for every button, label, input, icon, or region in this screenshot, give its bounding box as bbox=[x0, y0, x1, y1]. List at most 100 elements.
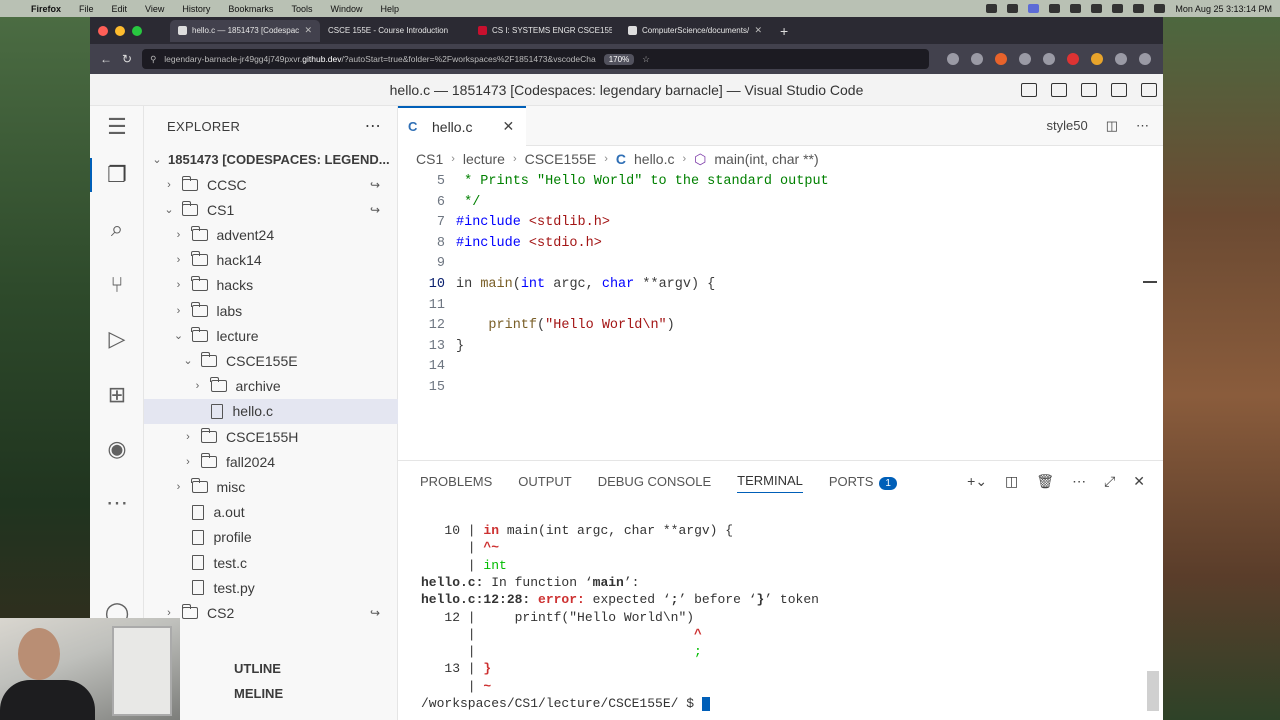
toggle-panel-icon[interactable] bbox=[1111, 82, 1127, 97]
tree-file[interactable]: hello.c bbox=[144, 398, 398, 424]
more-actions-icon[interactable]: ⋯ bbox=[365, 116, 381, 136]
search-icon[interactable] bbox=[1133, 4, 1145, 13]
tab-ports[interactable]: PORTS 1 bbox=[829, 474, 897, 490]
browser-tab[interactable]: ComputerScience/documents/s ✕ bbox=[620, 20, 770, 42]
extension-icon[interactable] bbox=[1091, 53, 1103, 65]
outline-section[interactable]: UTLINE bbox=[234, 661, 281, 676]
wifi-icon[interactable] bbox=[1112, 4, 1124, 13]
tree-folder[interactable]: › hack14 bbox=[144, 248, 398, 273]
zoom-window-icon[interactable] bbox=[132, 25, 142, 36]
code-line[interactable]: #include <stdio.h> bbox=[456, 236, 602, 251]
tree-folder[interactable]: › advent24 bbox=[144, 222, 398, 247]
menu-file[interactable]: File bbox=[70, 4, 103, 14]
status-icon[interactable] bbox=[1007, 4, 1019, 13]
tree-folder[interactable]: › CSCE155H bbox=[144, 424, 398, 449]
tab-problems[interactable]: PROBLEMS bbox=[420, 474, 492, 489]
close-tab-icon[interactable]: ✕ bbox=[304, 25, 312, 36]
tree-file[interactable]: profile bbox=[144, 525, 398, 550]
extension-icon[interactable] bbox=[971, 53, 983, 65]
code-line[interactable]: in main(int argc, char **argv) { bbox=[456, 277, 715, 292]
tree-file[interactable]: a.out bbox=[144, 500, 398, 525]
github-icon[interactable]: ◉ bbox=[102, 434, 132, 464]
tree-folder[interactable]: ⌄ CS1 ↪ bbox=[144, 197, 398, 222]
toggle-sidebar-icon[interactable] bbox=[1051, 82, 1067, 97]
extensions-icon[interactable] bbox=[1115, 53, 1127, 65]
menu-app-name[interactable]: Firefox bbox=[22, 4, 70, 14]
code-line[interactable]: printf("Hello World\n") bbox=[456, 318, 674, 333]
breadcrumb-item[interactable]: main(int, char **) bbox=[714, 151, 818, 167]
maximize-panel-icon[interactable]: ⤢ bbox=[1104, 473, 1115, 490]
tree-folder[interactable]: ⌄ lecture bbox=[144, 323, 398, 348]
menu-view[interactable]: View bbox=[136, 4, 173, 14]
tab-output[interactable]: OUTPUT bbox=[518, 474, 571, 489]
new-terminal-icon[interactable]: +⌄ bbox=[967, 473, 987, 490]
code-line[interactable]: } bbox=[456, 339, 464, 354]
extension-icon[interactable] bbox=[995, 53, 1007, 65]
vpn-icon[interactable] bbox=[1070, 4, 1082, 13]
tree-folder[interactable]: ⌄ CSCE155E bbox=[144, 348, 398, 373]
code-line[interactable]: */ bbox=[456, 195, 480, 210]
close-panel-icon[interactable]: ✕ bbox=[1133, 473, 1145, 490]
extension-icon[interactable] bbox=[1019, 53, 1031, 65]
extension-icon[interactable] bbox=[1043, 53, 1055, 65]
tree-folder[interactable]: › misc bbox=[144, 474, 398, 499]
extension-icon[interactable] bbox=[1067, 53, 1079, 65]
run-debug-icon[interactable]: ▷ bbox=[102, 324, 132, 354]
tree-folder[interactable]: › archive bbox=[144, 374, 398, 399]
terminal-scrollbar[interactable] bbox=[1147, 671, 1159, 711]
workspace-root[interactable]: ⌄ 1851473 [CODESPACES: LEGEND... bbox=[144, 147, 398, 172]
copilot-icon[interactable] bbox=[1021, 82, 1037, 97]
tree-file[interactable]: test.c bbox=[144, 550, 398, 575]
status-icon[interactable] bbox=[986, 4, 998, 13]
close-window-icon[interactable] bbox=[98, 25, 108, 36]
timeline-section[interactable]: MELINE bbox=[234, 686, 283, 701]
status-icon[interactable] bbox=[1091, 4, 1103, 13]
search-icon[interactable]: ⌕ bbox=[102, 214, 132, 244]
tab-terminal[interactable]: TERMINAL bbox=[737, 469, 803, 493]
more-icon[interactable]: ⋯ bbox=[102, 488, 132, 518]
menu-icon[interactable]: ☰ bbox=[102, 112, 132, 142]
menu-tools[interactable]: Tools bbox=[282, 4, 321, 14]
menubar-clock[interactable]: Mon Aug 25 3:13:14 PM bbox=[1175, 4, 1272, 14]
menu-icon[interactable] bbox=[1139, 53, 1151, 65]
breadcrumb-item[interactable]: CS1 bbox=[416, 151, 443, 167]
close-tab-icon[interactable]: ✕ bbox=[754, 25, 762, 36]
browser-tab[interactable]: CSCE 155E - Course Introduction bbox=[320, 20, 470, 42]
trash-icon[interactable]: 🗑 bbox=[1036, 473, 1054, 490]
menu-window[interactable]: Window bbox=[321, 4, 371, 14]
close-icon[interactable]: ✕ bbox=[502, 118, 514, 135]
split-terminal-icon[interactable]: ◫ bbox=[1005, 473, 1018, 490]
toggle-primary-sidebar-icon[interactable] bbox=[1081, 82, 1097, 97]
breadcrumb-item[interactable]: lecture bbox=[463, 151, 505, 167]
more-actions-icon[interactable]: ⋯ bbox=[1072, 473, 1086, 490]
menu-bookmarks[interactable]: Bookmarks bbox=[219, 4, 282, 14]
menu-help[interactable]: Help bbox=[371, 4, 408, 14]
terminal-prompt[interactable]: /workspaces/CS1/lecture/CSCE155E/ $ bbox=[421, 696, 710, 711]
menu-edit[interactable]: Edit bbox=[103, 4, 137, 14]
extensions-icon[interactable]: ⊞ bbox=[102, 380, 132, 410]
tree-folder[interactable]: › hacks bbox=[144, 273, 398, 298]
tree-folder[interactable]: › fall2024 bbox=[144, 449, 398, 474]
tree-folder[interactable]: › labs bbox=[144, 298, 398, 323]
tab-debug-console[interactable]: DEBUG CONSOLE bbox=[598, 474, 711, 489]
control-center-icon[interactable] bbox=[1154, 4, 1166, 13]
breadcrumb-item[interactable]: hello.c bbox=[634, 151, 674, 167]
tree-folder[interactable]: › CS2 ↪ bbox=[144, 600, 398, 625]
toggle-secondary-sidebar-icon[interactable] bbox=[1141, 82, 1157, 97]
browser-tab[interactable]: CS I: SYSTEMS ENGR CSCE155E bbox=[470, 20, 620, 42]
explorer-icon[interactable]: ❐ bbox=[102, 160, 132, 190]
split-editor-icon[interactable]: ◫ bbox=[1106, 118, 1118, 134]
menu-history[interactable]: History bbox=[173, 4, 219, 14]
tree-folder[interactable]: › CCSC ↪ bbox=[144, 172, 398, 197]
code-line[interactable]: #include <stdlib.h> bbox=[456, 215, 610, 230]
more-actions-icon[interactable]: ⋯ bbox=[1136, 118, 1149, 134]
url-bar[interactable]: ⚲ legendary-barnacle-jr49gg4j749pxvr.git… bbox=[142, 49, 929, 69]
reload-icon[interactable]: ↻ bbox=[122, 52, 132, 66]
breadcrumb-item[interactable]: CSCE155E bbox=[525, 151, 597, 167]
bookmark-star-icon[interactable]: ☆ bbox=[642, 54, 650, 65]
screen-record-icon[interactable] bbox=[1028, 4, 1040, 13]
new-tab-button[interactable]: + bbox=[770, 23, 788, 39]
style50-button[interactable]: style50 bbox=[1047, 118, 1088, 133]
tree-file[interactable]: test.py bbox=[144, 575, 398, 600]
source-control-icon[interactable]: ⑂ bbox=[102, 270, 132, 300]
